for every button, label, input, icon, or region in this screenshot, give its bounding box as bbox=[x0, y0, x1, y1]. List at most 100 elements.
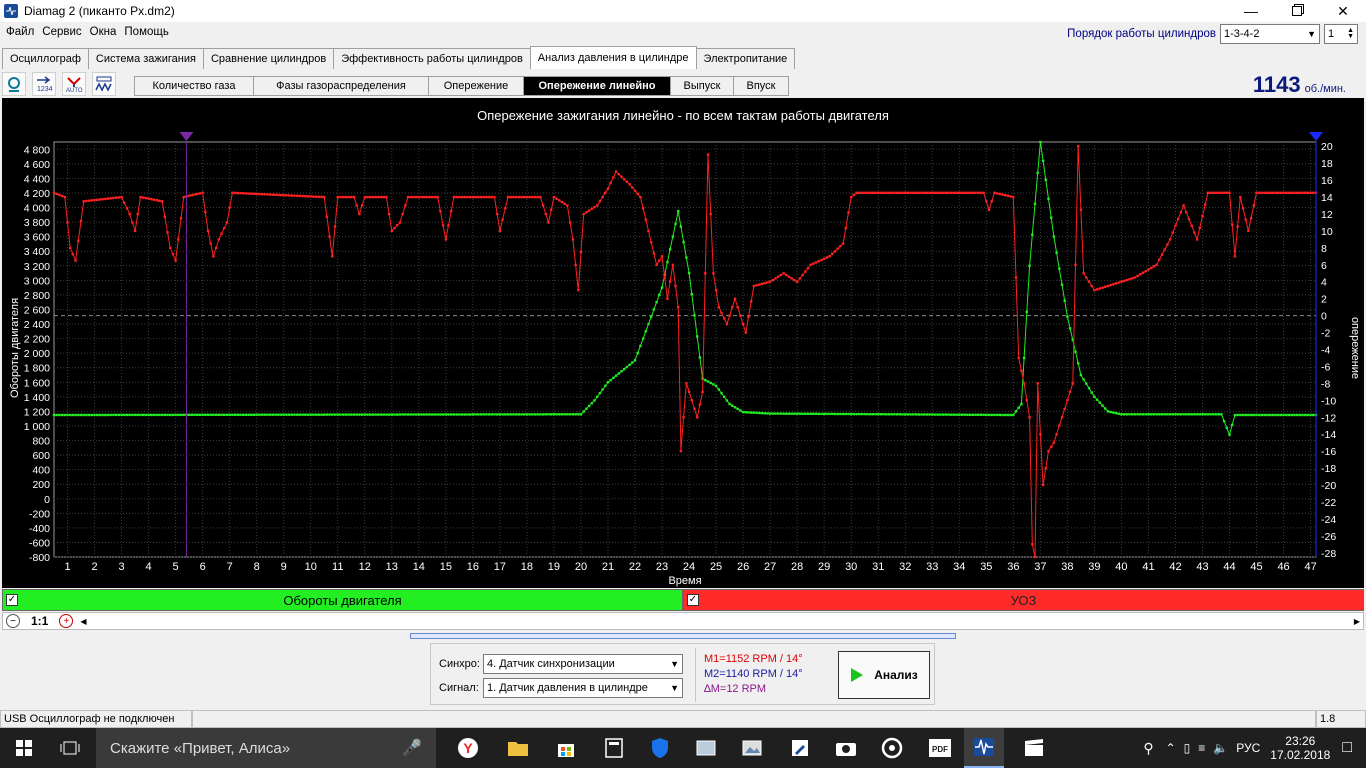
uoz-series-point bbox=[63, 195, 66, 199]
menu-windows[interactable]: Окна bbox=[90, 26, 117, 44]
rpm-series-point bbox=[169, 413, 172, 417]
rpm-series-point bbox=[979, 413, 983, 416]
taskbar-calculator[interactable] bbox=[594, 728, 634, 768]
uoz-series-point bbox=[228, 206, 231, 209]
microphone-icon[interactable]: 🎤 bbox=[402, 738, 422, 758]
taskbar-diamag[interactable] bbox=[964, 728, 1004, 768]
analyze-button[interactable]: Анализ bbox=[838, 651, 930, 699]
subtab-advance[interactable]: Опережение bbox=[428, 76, 524, 96]
input-language[interactable]: РУС bbox=[1236, 741, 1260, 755]
auto-marker-button[interactable]: AUTO bbox=[62, 72, 86, 96]
start-button[interactable] bbox=[4, 728, 44, 768]
uoz-series-point bbox=[541, 204, 545, 207]
uoz-series-point bbox=[417, 195, 420, 199]
uoz-series-point bbox=[1285, 191, 1288, 194]
show-hidden-icons-icon[interactable]: ⌃ bbox=[1166, 741, 1176, 755]
tab-pressure-analysis[interactable]: Анализ давления в цилиндре bbox=[529, 46, 697, 69]
rpm-series-point bbox=[609, 378, 612, 382]
cylinder-numbering-button[interactable]: 1234 bbox=[32, 72, 56, 96]
x-tick-label: 2 bbox=[91, 561, 97, 573]
cylinder-order-select[interactable]: 1-3-4-2 ▼ bbox=[1220, 24, 1320, 44]
rpm-series-point bbox=[863, 412, 866, 416]
taskbar-camera[interactable] bbox=[826, 728, 866, 768]
menu-service[interactable]: Сервис bbox=[42, 26, 81, 44]
maximize-button[interactable] bbox=[1274, 0, 1320, 22]
folder-icon bbox=[508, 742, 528, 756]
rpm-series-point bbox=[301, 413, 304, 416]
search-box[interactable]: Скажите «Привет, Алиса» 🎤 bbox=[96, 728, 436, 768]
rpm-series-point bbox=[614, 374, 618, 377]
uoz-series-point bbox=[1077, 145, 1080, 148]
subtab-advance-linear[interactable]: Опережение линейно bbox=[523, 76, 671, 96]
network-icon[interactable]: ≡ bbox=[1198, 741, 1205, 755]
subtab-gas-amount[interactable]: Количество газа bbox=[134, 76, 254, 96]
menu-file[interactable]: Файл bbox=[6, 26, 34, 44]
volume-icon[interactable]: 🔈 bbox=[1213, 741, 1228, 755]
y-right-tick-label: -24 bbox=[1321, 514, 1336, 526]
uoz-series-point bbox=[163, 215, 166, 218]
taskbar-yandex[interactable]: Y bbox=[448, 728, 488, 768]
people-icon[interactable]: ⚲ bbox=[1143, 740, 1153, 757]
legend-rpm[interactable]: ✓ Обороты двигателя bbox=[2, 589, 683, 611]
sensor-settings-button[interactable] bbox=[2, 72, 26, 96]
taskbar-defender[interactable] bbox=[640, 728, 680, 768]
task-view-button[interactable] bbox=[50, 728, 90, 768]
rpm-series-point bbox=[1120, 413, 1123, 416]
uoz-series-point bbox=[182, 195, 185, 199]
close-button[interactable]: ✕ bbox=[1320, 0, 1366, 22]
uoz-series-point bbox=[58, 193, 61, 197]
taskbar-pdf[interactable]: PDF bbox=[920, 728, 960, 768]
rpm-series-point bbox=[1077, 362, 1080, 365]
battery-icon[interactable]: ▯ bbox=[1184, 741, 1191, 755]
tab-cylinder-compare[interactable]: Сравнение цилиндров bbox=[202, 48, 335, 69]
rpm-series-point bbox=[766, 412, 769, 415]
checkbox-icon[interactable]: ✓ bbox=[687, 594, 699, 606]
minimize-button[interactable]: — bbox=[1228, 0, 1274, 22]
checkbox-icon[interactable]: ✓ bbox=[6, 594, 18, 606]
zoom-in-icon[interactable]: + bbox=[59, 614, 74, 628]
subtab-valve-timing[interactable]: Фазы газораспределения bbox=[253, 76, 429, 96]
tab-cylinder-efficiency[interactable]: Эффективность работы цилиндров bbox=[333, 48, 531, 69]
y-right-tick-label: -18 bbox=[1321, 463, 1336, 475]
uoz-series-point bbox=[982, 191, 985, 194]
rpm-series-point bbox=[931, 413, 934, 416]
x-tick-label: 3 bbox=[118, 561, 124, 573]
rpm-series-point bbox=[390, 413, 393, 416]
uoz-series-point bbox=[868, 191, 872, 194]
rpm-series-point bbox=[277, 413, 280, 416]
rpm-series-point bbox=[125, 413, 129, 417]
rpm-series-point bbox=[1236, 413, 1239, 417]
taskbar-video[interactable] bbox=[1014, 728, 1054, 768]
uoz-series-point bbox=[1168, 238, 1172, 241]
tab-power-supply[interactable]: Электропитание bbox=[695, 48, 796, 69]
panel-splitter[interactable] bbox=[410, 633, 956, 639]
taskbar-explorer[interactable] bbox=[498, 728, 538, 768]
tab-ignition-system[interactable]: Система зажигания bbox=[87, 48, 204, 69]
notifications-icon[interactable]: □ bbox=[1342, 739, 1352, 757]
menu-help[interactable]: Помощь bbox=[124, 26, 168, 44]
subtab-intake[interactable]: Впуск bbox=[733, 76, 789, 96]
menu-bar: Файл Сервис Окна Помощь bbox=[0, 26, 169, 44]
signal-select[interactable]: 1. Датчик давления в цилиндре ▼ bbox=[483, 678, 683, 698]
taskbar-store[interactable] bbox=[546, 728, 586, 768]
uoz-series-point bbox=[993, 191, 996, 194]
rpm-series-point bbox=[1031, 233, 1034, 236]
clock[interactable]: 23:26 17.02.2018 bbox=[1270, 734, 1330, 762]
rpm-series-point bbox=[1066, 315, 1069, 318]
uoz-series-point bbox=[428, 195, 431, 199]
scroll-right-icon[interactable]: ▶ bbox=[1354, 617, 1360, 626]
taskbar-app-2[interactable] bbox=[732, 728, 772, 768]
cylinder-count-stepper[interactable]: 1 ▲ ▼ bbox=[1324, 24, 1358, 44]
zoom-out-icon[interactable]: − bbox=[6, 614, 20, 628]
legend-uoz[interactable]: ✓ УОЗ bbox=[683, 589, 1364, 611]
rpm-series-point bbox=[1028, 264, 1031, 267]
advance-chart[interactable]: Опережение зажигания линейно - по всем т… bbox=[2, 98, 1364, 588]
tab-oscilloscope[interactable]: Осциллограф bbox=[2, 48, 89, 69]
subtab-exhaust[interactable]: Выпуск bbox=[670, 76, 734, 96]
taskbar-media[interactable] bbox=[872, 728, 912, 768]
scroll-left-icon[interactable]: ◀ bbox=[80, 617, 86, 626]
taskbar-app-3[interactable] bbox=[780, 728, 820, 768]
sync-select[interactable]: 4. Датчик синхронизации ▼ bbox=[483, 654, 683, 674]
waveform-view-button[interactable] bbox=[92, 72, 116, 96]
taskbar-app-1[interactable] bbox=[686, 728, 726, 768]
